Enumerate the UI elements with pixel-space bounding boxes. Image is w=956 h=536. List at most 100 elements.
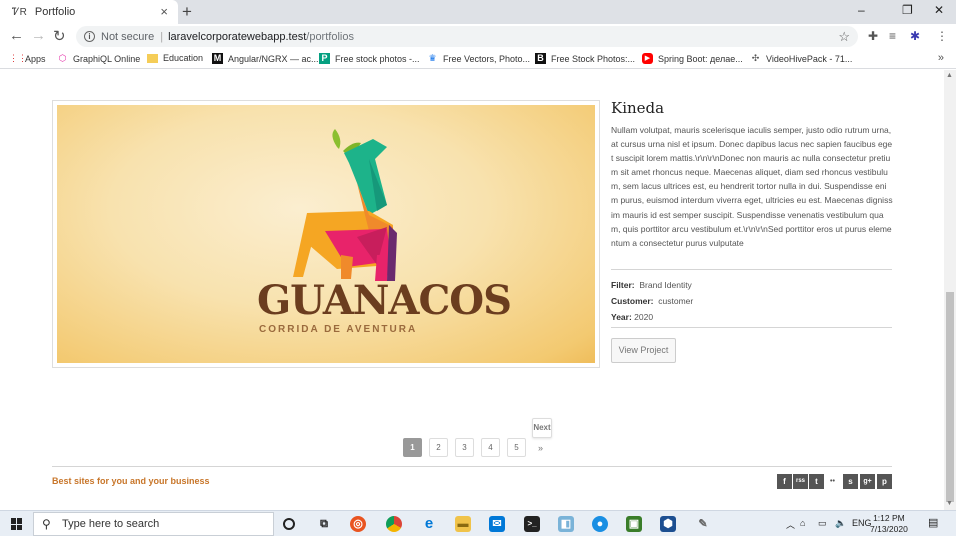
pagination-page-2[interactable]: 2 [429, 438, 448, 457]
bookmark-label: GraphiQL Online [73, 53, 141, 64]
bookmark-label: Angular/NGRX — ac... [228, 53, 319, 64]
videohive-icon: ✣ [751, 53, 760, 63]
google-plus-icon[interactable]: g+ [860, 474, 875, 489]
apps-grid-icon: ⋮⋮ [9, 53, 27, 63]
windows-start-icon[interactable] [11, 518, 23, 530]
tab-close-icon[interactable]: × [160, 4, 168, 19]
bookmark-label: Education [163, 53, 204, 63]
bookmark-pexels[interactable]: P Free stock photos -... [319, 53, 420, 64]
taskbar-clock[interactable]: 1:12 PM 7/13/2020 [870, 513, 908, 535]
filter-label: Filter: [611, 280, 635, 290]
project-year: Year: 2020 [611, 312, 653, 322]
tab-portfolio[interactable]: ᏤR Portfolio × [0, 0, 178, 24]
project-description: Nullam volutpat, mauris scelerisque iacu… [611, 125, 893, 248]
site-favicon-icon: ᏤR [12, 6, 27, 18]
close-window-button[interactable]: ✕ [934, 3, 944, 17]
url-host: laravelcorporatewebapp.test [168, 30, 307, 43]
scroll-down-arrow-icon[interactable]: ▼ [946, 500, 953, 507]
bookmarks-bar: ⋮⋮ Apps ⬡ GraphiQL Online Education M An… [0, 49, 956, 69]
page-content: GUANACOS CORRIDA DE AVENTURA Kineda Null… [0, 70, 944, 510]
new-tab-button[interactable]: + [182, 2, 192, 22]
ubuntu-icon[interactable]: ◎ [350, 516, 366, 532]
mail-icon[interactable]: ✉ [489, 516, 505, 532]
volume-icon[interactable]: 🔈 [835, 518, 846, 529]
pagination-page-1[interactable]: 1 [403, 438, 422, 457]
scrollbar-thumb[interactable] [946, 292, 954, 502]
task-view-icon[interactable]: ⧉ [316, 516, 332, 532]
youtube-icon: ▶ [642, 53, 653, 64]
edge-icon[interactable]: e [421, 516, 437, 532]
pagination-last-button[interactable]: » [538, 443, 543, 453]
project-customer: Customer: customer [611, 296, 693, 306]
app-drop-icon[interactable]: ● [592, 516, 608, 532]
language-indicator[interactable]: ENG [852, 518, 872, 528]
project-filter: Filter: Brand Identity [611, 280, 692, 290]
taskbar-search-box[interactable]: ⚲ Type here to search [33, 512, 274, 536]
bookmark-education[interactable]: Education [147, 53, 203, 63]
project-image-frame[interactable]: GUANACOS CORRIDA DE AVENTURA [52, 100, 600, 368]
bookmark-label: Free Vectors, Photo... [443, 53, 531, 64]
bookmark-spring-boot[interactable]: ▶ Spring Boot: делае... [642, 53, 743, 64]
address-bar[interactable]: i Not secure | laravelcorporatewebapp.te… [76, 26, 858, 47]
back-button[interactable]: ← [9, 27, 24, 44]
minimize-button[interactable]: – [858, 3, 865, 17]
bookmarks-overflow-button[interactable]: » [938, 52, 944, 64]
tools-icon[interactable]: ✎ [695, 516, 711, 532]
year-value: 2020 [634, 312, 654, 322]
terminal-icon[interactable]: >_ [524, 516, 540, 532]
project-title: Kineda [611, 99, 665, 117]
bookmark-angular[interactable]: M Angular/NGRX — ac... [212, 53, 319, 64]
notifications-icon[interactable]: ▤ [928, 516, 938, 529]
tray-overflow-icon[interactable]: ︿ [786, 518, 795, 531]
rss-icon[interactable]: rss [793, 474, 808, 489]
cortana-icon[interactable] [283, 518, 295, 530]
divider [611, 327, 892, 328]
page-scrollbar[interactable]: ▲ ▼ [944, 70, 956, 510]
bookmark-graphiql[interactable]: ⬡ GraphiQL Online [57, 53, 141, 64]
graphql-icon: ⬡ [58, 53, 67, 63]
footer-tagline: Best sites for you and your business [52, 476, 210, 486]
pinterest-icon[interactable]: p [877, 474, 892, 489]
reload-button[interactable]: ↻ [53, 27, 66, 45]
bookmark-label: Free stock photos -... [335, 53, 420, 64]
footer-divider [52, 466, 892, 467]
maximize-button[interactable]: ❐ [902, 3, 913, 17]
browser-menu-icon[interactable]: ⋮ [936, 29, 948, 43]
network-icon[interactable]: ⌂ [800, 518, 805, 528]
security-label: Not secure [101, 30, 155, 43]
profile-avatar-icon[interactable]: ✱ [910, 29, 920, 43]
media-control-icon[interactable]: ≡ [889, 29, 896, 43]
bookmark-apps[interactable]: ⋮⋮ Apps [9, 53, 46, 64]
site-info-icon[interactable]: i [84, 31, 95, 42]
pagination-next-button[interactable]: Next [532, 418, 552, 438]
chrome-icon[interactable] [386, 516, 402, 532]
scroll-up-arrow-icon[interactable]: ▲ [946, 72, 953, 79]
skype-icon[interactable]: s [843, 474, 858, 489]
pagination-page-5[interactable]: 5 [507, 438, 526, 457]
battery-icon[interactable]: ▭ [818, 518, 827, 529]
view-project-button[interactable]: View Project [611, 338, 676, 363]
pycharm-icon[interactable]: ▣ [626, 516, 642, 532]
pagination-page-4[interactable]: 4 [481, 438, 500, 457]
forward-button[interactable]: → [31, 27, 46, 44]
virtualbox-icon[interactable]: ⬢ [660, 516, 676, 532]
bookmark-label: Free Stock Photos:... [551, 53, 636, 64]
extensions-icon[interactable]: ✚ [868, 29, 878, 43]
virtualbox-disk-icon[interactable]: ◧ [558, 516, 574, 532]
facebook-icon[interactable]: f [777, 474, 792, 489]
bookmark-label: VideoHivePack - 71... [766, 53, 853, 64]
pagination-page-3[interactable]: 3 [455, 438, 474, 457]
bookmark-star-icon[interactable]: ☆ [838, 29, 850, 45]
bookmark-videohive[interactable]: ✣ VideoHivePack - 71... [750, 53, 853, 64]
address-separator: | [160, 30, 164, 43]
flickr-icon[interactable]: •• [825, 474, 840, 489]
clock-date: 7/13/2020 [870, 524, 908, 534]
pexels-icon: P [319, 53, 330, 64]
windows-taskbar: ⚲ Type here to search ⧉ ◎ e ▬ ✉ >_ ◧ ● ▣… [0, 510, 956, 536]
file-explorer-icon[interactable]: ▬ [455, 516, 471, 532]
tab-strip: ᏤR Portfolio × + – ❐ ✕ [0, 0, 956, 24]
twitter-icon[interactable]: t [809, 474, 824, 489]
bookmark-freepik[interactable]: ♛ Free Vectors, Photo... [427, 53, 530, 64]
url-path: /portfolios [306, 30, 354, 43]
bookmark-burst[interactable]: B Free Stock Photos:... [535, 53, 635, 64]
